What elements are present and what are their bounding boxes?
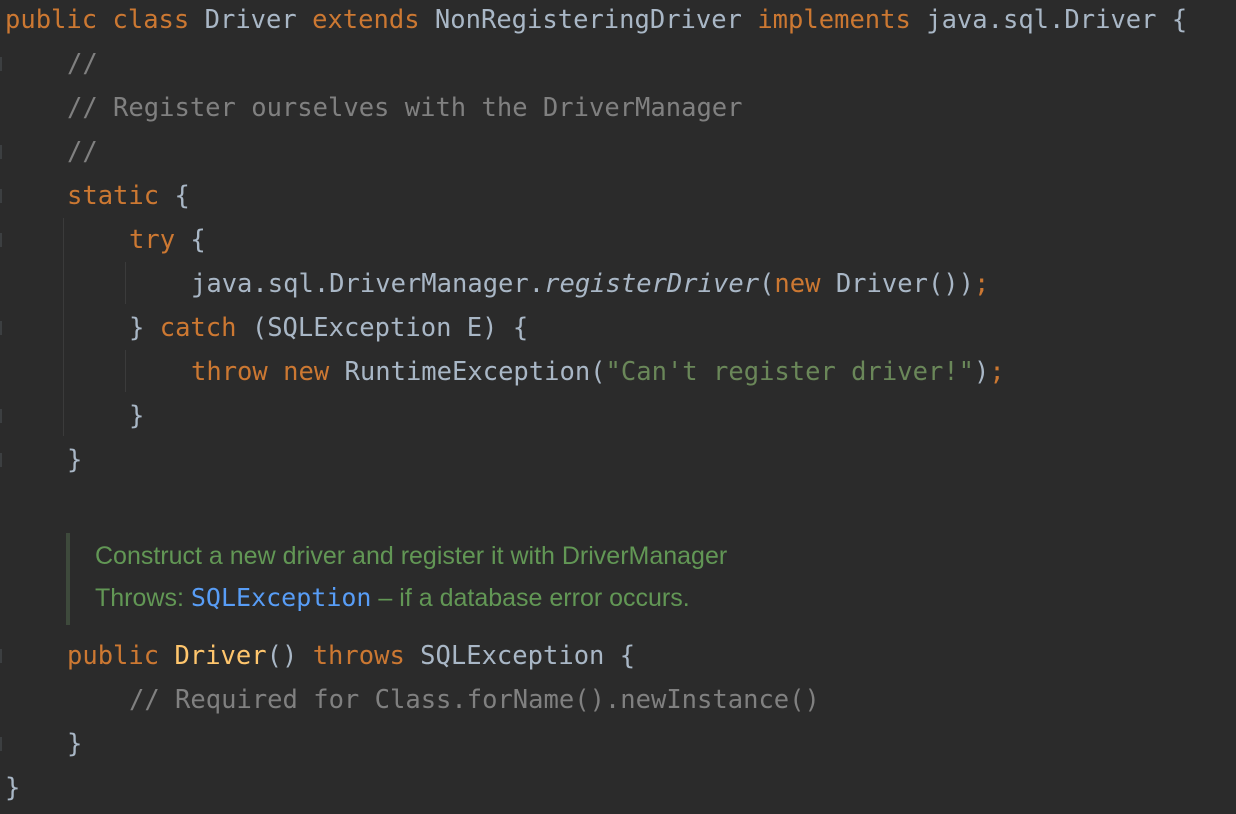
keyword-public: public [5,5,98,35]
open-brace: { [1171,5,1188,35]
gutter-marker [0,145,2,159]
parent-class: NonRegisteringDriver [434,5,742,35]
code-line-catch[interactable]: } catch (SQLException E) { [129,311,528,345]
code-line-class-declaration[interactable]: public class Driver extends NonRegisteri… [5,3,1187,37]
indent-guide [125,350,126,392]
code-line-comment[interactable]: // Register ourselves with the DriverMan… [67,91,743,125]
keyword-throw: throw [191,357,268,387]
parens: () [266,641,298,671]
semicolon: ; [989,357,1005,387]
keyword-class: class [112,5,190,35]
keyword-implements: implements [757,5,911,35]
string-literal: "Can't register driver!" [605,357,975,387]
keyword-new: new [283,357,330,387]
code-line-comment[interactable]: // Required for Class.forName().newInsta… [129,683,820,717]
javadoc-description: Construct a new driver and register it w… [95,542,728,570]
code-line-close-brace[interactable]: } [129,399,144,433]
constructor-call: Driver()) [835,269,974,299]
keyword-extends: extends [312,5,420,35]
open-brace: { [174,181,190,211]
method-call: registerDriver [544,269,760,299]
keyword-catch: catch [159,313,237,343]
gutter-marker [0,233,2,247]
code-line-static-block[interactable]: static { [67,179,190,213]
rendered-javadoc[interactable]: Construct a new driver and register it w… [66,533,970,625]
keyword-static: static [67,181,160,211]
code-line-constructor[interactable]: public Driver() throws SQLException { [67,639,635,673]
code-line-register-driver[interactable]: java.sql.DriverManager.registerDriver(ne… [191,267,989,301]
gutter-marker [0,321,2,335]
gutter-marker [0,189,2,203]
indent-guide [125,262,126,304]
keyword-try: try [129,225,176,255]
javadoc-throws-link[interactable]: SQLException [191,583,372,612]
code-line-comment[interactable]: // [67,47,98,81]
code-line-close-brace[interactable]: } [67,443,82,477]
code-line-close-brace[interactable]: } [5,771,20,805]
class-name: Driver [204,5,297,35]
keyword-new: new [774,269,821,299]
gutter-marker [0,737,2,751]
exception-type: SQLException [420,641,605,671]
gutter-marker [0,409,2,423]
code-line-comment[interactable]: // [67,135,98,169]
code-editor[interactable]: public class Driver extends NonRegisteri… [0,0,1236,814]
close-paren: ) [974,357,990,387]
code-line-close-brace[interactable]: } [67,727,82,761]
gutter-marker [0,57,2,71]
code-line-try[interactable]: try { [129,223,206,257]
javadoc-throws-desc: – if a database error occurs. [371,584,690,612]
constructor-name: Driver [174,641,267,671]
javadoc-throws-label: Throws: [95,584,191,612]
exception-class: RuntimeException( [344,357,606,387]
close-brace: } [129,313,145,343]
catch-params: (SQLException E) { [251,313,529,343]
keyword-public: public [67,641,160,671]
qualifier: java.sql.DriverManager. [191,269,545,299]
gutter-marker [0,453,2,467]
javadoc-throws: Throws: SQLException – if a database err… [95,580,690,616]
interface-name: java.sql.Driver [926,5,1157,35]
code-line-throw[interactable]: throw new RuntimeException("Can't regist… [191,355,1005,389]
indent-guide [63,218,64,436]
open-brace: { [190,225,206,255]
keyword-throws: throws [312,641,405,671]
open-paren: ( [759,269,775,299]
gutter-marker [0,649,2,663]
semicolon: ; [974,269,990,299]
open-brace: { [619,641,636,671]
